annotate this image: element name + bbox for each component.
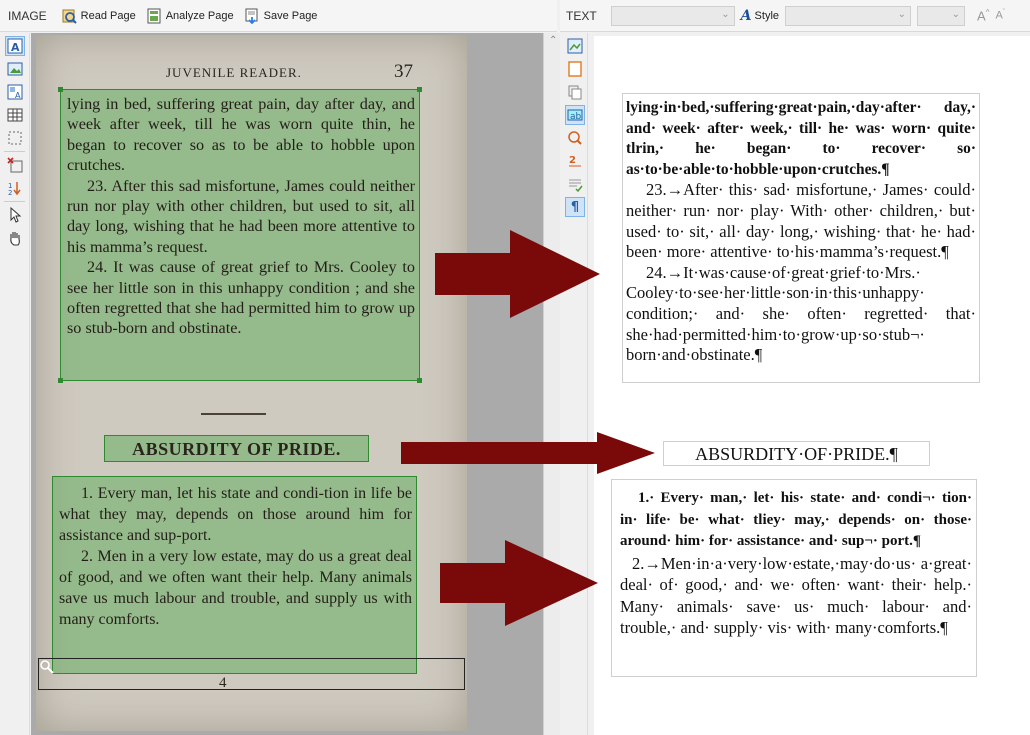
pane-splitter[interactable]: ⌃ xyxy=(543,33,560,735)
style-button-label: Style xyxy=(754,9,780,22)
ocr-paragraph[interactable]: 24.→It·was·cause·of·great·grief·to·Mrs.·… xyxy=(626,263,976,366)
chevron-down-icon: ⌄ xyxy=(897,8,907,20)
cursor-arrow-icon xyxy=(10,207,22,223)
grow-font-button[interactable]: A^ xyxy=(977,8,989,23)
ocr-paragraph[interactable]: lying·in·bed,·suffering·great·pain,·day·… xyxy=(626,98,976,180)
svg-text:A: A xyxy=(11,41,20,54)
recognized-text-block-1[interactable]: lying·in·bed,·suffering·great·pain,·day·… xyxy=(622,93,980,383)
ocr-paragraph[interactable]: 23.→After· this· sad· misfortune,· James… xyxy=(626,180,976,262)
arrow-right-icon xyxy=(440,540,598,626)
proofread-tool[interactable] xyxy=(565,174,585,194)
recognized-title-block[interactable]: ABSURDITY·OF·PRIDE.¶ xyxy=(663,441,930,466)
spell-check-icon: 2 xyxy=(569,155,581,167)
chevron-down-icon: ⌄ xyxy=(721,8,730,20)
scan-paragraph: 1. Every man, let his state and condi-ti… xyxy=(59,485,412,544)
background-picture-icon: A xyxy=(7,84,23,100)
save-page-icon xyxy=(244,8,260,24)
verify-icon xyxy=(568,131,582,145)
font-size-combo[interactable]: ⌄ xyxy=(917,5,966,26)
table-area-tool[interactable] xyxy=(5,105,25,125)
text-pane[interactable]: lying·in·bed,·suffering·great·pain,·day·… xyxy=(594,36,1030,735)
table-icon xyxy=(7,108,23,122)
save-page-button[interactable]: Save Page xyxy=(244,8,318,24)
scan-paragraph: 2. Men in a very low estate, may do us a… xyxy=(59,548,412,628)
recognized-text-block-2[interactable]: 1.· Every· man,· let· his· state· and· c… xyxy=(611,479,977,677)
style-combo[interactable]: ⌄ xyxy=(785,5,912,26)
analyze-page-label: Analyze Page xyxy=(165,9,234,22)
running-head: JUVENILE READER. xyxy=(166,65,302,80)
magnifier-icon xyxy=(40,660,54,674)
order-areas-icon: 12 xyxy=(8,182,21,196)
font-combo[interactable]: ⌄ xyxy=(610,5,735,26)
save-page-label: Save Page xyxy=(263,9,318,22)
svg-text:ab: ab xyxy=(570,112,582,122)
dashed-area-icon xyxy=(8,131,22,145)
read-page-label: Read Page xyxy=(80,9,136,22)
verify-tool[interactable] xyxy=(565,128,585,148)
image-tool-strip: A A 12 xyxy=(0,33,30,735)
arrow-right-icon xyxy=(435,230,600,318)
show-formatting-marks-tool[interactable]: ¶ xyxy=(565,197,585,217)
shrink-font-button[interactable]: Aˇ xyxy=(995,9,1005,22)
title-zone[interactable]: ABSURDITY OF PRIDE. xyxy=(104,435,369,462)
image-pane-label: IMAGE xyxy=(8,8,47,23)
highlight-uncertain-tool[interactable]: ab xyxy=(565,105,585,125)
scan-paragraph: 23. After this sad misfortune, James cou… xyxy=(67,176,415,256)
analyze-page-icon xyxy=(146,8,162,24)
style-icon: A xyxy=(740,7,752,24)
proofread-icon xyxy=(569,179,583,192)
image-pane[interactable]: JUVENILE READER. 37 lying in bed, suffer… xyxy=(31,33,543,735)
style-button[interactable]: A Style xyxy=(741,8,779,24)
hand-tool[interactable] xyxy=(5,228,25,248)
text-area-icon: A xyxy=(7,38,23,54)
read-page-button[interactable]: Read Page xyxy=(61,8,136,24)
spell-check-tool[interactable]: 2 xyxy=(565,151,585,171)
scan-title: ABSURDITY OF PRIDE. xyxy=(132,439,341,459)
chevron-down-icon: ⌄ xyxy=(951,8,961,20)
text-tool-strip: ab 2 ¶ xyxy=(560,33,588,735)
delete-area-icon xyxy=(7,157,23,173)
text-pane-label: TEXT xyxy=(566,8,597,23)
svg-text:2: 2 xyxy=(8,189,12,196)
read-page-icon xyxy=(61,8,77,24)
order-areas-tool[interactable]: 12 xyxy=(5,178,25,198)
picture-area-icon xyxy=(7,62,23,76)
delete-area-tool[interactable] xyxy=(5,155,25,175)
divider-rule xyxy=(201,413,266,415)
select-tool[interactable] xyxy=(5,205,25,225)
picture-area-tool[interactable] xyxy=(5,59,25,79)
image-view-icon xyxy=(567,38,583,54)
page-number: 37 xyxy=(394,61,413,82)
copy-icon xyxy=(568,85,582,100)
show-image-tool[interactable] xyxy=(565,36,585,56)
text-area-tool[interactable]: A xyxy=(5,36,25,56)
uncertain-characters-icon: ab xyxy=(567,109,583,122)
copy-tool[interactable] xyxy=(565,82,585,102)
page-layout-tool[interactable] xyxy=(565,59,585,79)
text-zone-1[interactable]: lying in bed, suffering great pain, day … xyxy=(58,87,422,383)
ocr-title[interactable]: ABSURDITY·OF·PRIDE.¶ xyxy=(695,444,898,464)
selection-rectangle[interactable] xyxy=(38,658,465,690)
background-picture-tool[interactable]: A xyxy=(5,82,25,102)
scan-paragraph: 24. It was cause of great grief to Mrs. … xyxy=(67,258,415,338)
ocr-paragraph[interactable]: 2.→Men·in·a·very·low·estate,·may·do·us· … xyxy=(620,553,972,639)
ocr-paragraph[interactable]: 1.· Every· man,· let· his· state· and· c… xyxy=(620,488,972,553)
scroll-up-icon[interactable]: ⌃ xyxy=(549,35,557,46)
arrow-right-icon xyxy=(401,432,655,474)
svg-text:2: 2 xyxy=(569,155,576,166)
pilcrow-icon: ¶ xyxy=(570,199,580,215)
ocr-application: IMAGE Read Page Analyze Page Save Page T… xyxy=(0,0,1030,735)
scan-paragraph: lying in bed, suffering great pain, day … xyxy=(67,95,415,175)
image-toolbar: IMAGE Read Page Analyze Page Save Page xyxy=(0,0,557,32)
recognition-area-tool[interactable] xyxy=(5,128,25,148)
scanned-page[interactable]: JUVENILE READER. 37 lying in bed, suffer… xyxy=(36,35,467,731)
text-zone-2[interactable]: 1. Every man, let his state and condi-ti… xyxy=(52,476,417,674)
analyze-page-button[interactable]: Analyze Page xyxy=(146,8,234,24)
hand-icon xyxy=(10,232,20,246)
svg-text:A: A xyxy=(15,91,21,100)
page-layout-icon xyxy=(568,61,582,77)
text-toolbar: TEXT ⌄ A Style ⌄ ⌄ A^ Aˇ xyxy=(560,0,1030,32)
